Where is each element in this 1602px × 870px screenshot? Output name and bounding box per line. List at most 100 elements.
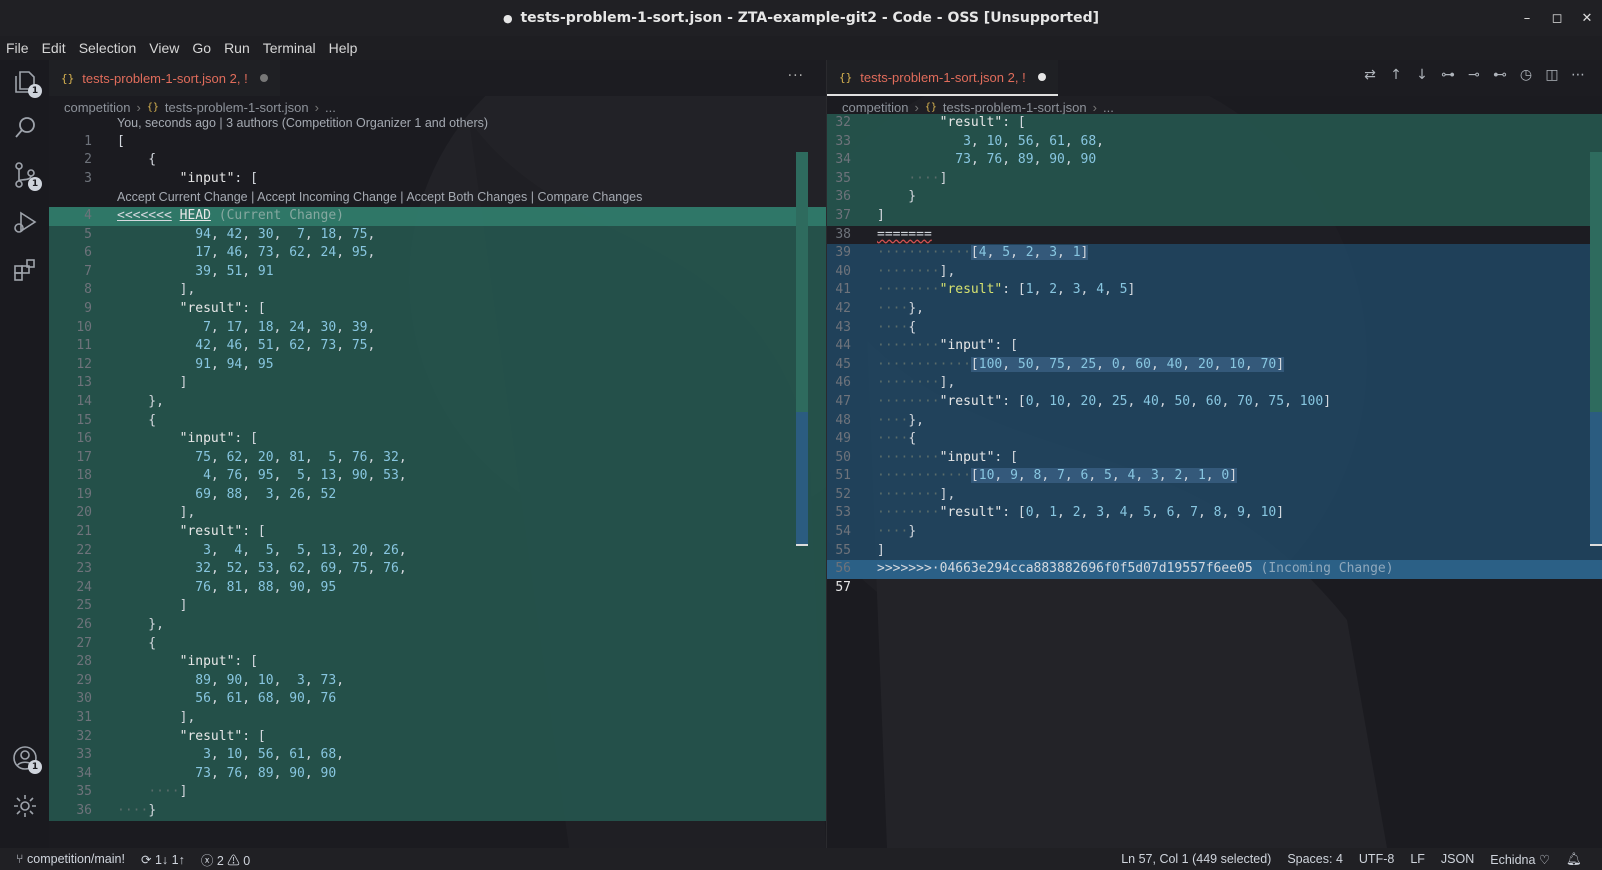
breadcrumb-folder[interactable]: competition [842,100,908,115]
indentation[interactable]: Spaces: 4 [1287,852,1343,866]
accept-incoming-change-link[interactable]: Accept Incoming Change [257,190,397,204]
breadcrumb-symbol[interactable]: ... [325,100,336,115]
breadcrumb-file[interactable]: tests-problem-1-sort.json [165,100,309,115]
window-controls: – ◻ ✕ [1512,0,1602,36]
blame-annotation: You, seconds ago | 3 authors (Competitio… [117,116,489,130]
notifications-bell-icon[interactable]: 🔔︎ [1566,852,1582,867]
code-editor-left[interactable]: You, seconds ago | 3 authors (Competitio… [49,114,826,821]
previous-change-icon[interactable]: ⊸ [1466,67,1482,83]
arrow-down-icon[interactable]: ↓ [1414,67,1430,83]
conflict-separator: 38 ======= [827,225,1602,245]
menu-file[interactable]: File [6,40,29,56]
scrollbar-current-region [1590,152,1602,412]
end-of-line[interactable]: LF [1410,852,1425,866]
encoding[interactable]: UTF-8 [1359,852,1394,866]
breadcrumb-folder[interactable]: competition [64,100,130,115]
settings-gear-icon[interactable] [11,792,39,820]
unsaved-dot-icon[interactable] [259,74,268,82]
chevron-right-icon: › [136,99,141,115]
theme-status[interactable]: Echidna ♡ [1490,852,1550,867]
more-actions-button[interactable]: ··· [788,68,804,84]
json-file-icon: {} [839,70,853,84]
tab-tests-problem-1-sort[interactable]: {} tests-problem-1-sort.json 2, ! [827,60,1058,96]
breadcrumb-file[interactable]: tests-problem-1-sort.json [943,100,1087,115]
menu-bar: File Edit Selection View Go Run Terminal… [0,36,1602,60]
tab-label: tests-problem-1-sort.json 2, ! [860,69,1026,85]
marker-incoming-note: (Incoming Change) [1260,561,1394,577]
language-mode[interactable]: JSON [1441,852,1474,866]
accept-both-changes-link[interactable]: Accept Both Changes [406,190,527,204]
arrow-up-icon[interactable]: ↑ [1388,67,1404,83]
chevron-right-icon: › [314,99,319,115]
tab-tests-problem-1-sort[interactable]: {} tests-problem-1-sort.json 2, ! [49,60,280,96]
editor-toolbar: ⇄ ↑ ↓ ⊶ ⊸ ⊷ ◷ ◫ ⋯ [1362,67,1586,83]
accounts-icon[interactable]: 1 [11,744,42,774]
scrollbar-incoming-region [1590,412,1602,544]
json-file-icon: {} [146,101,159,113]
tab-bar: {} tests-problem-1-sort.json 2, ! ⇄ ↑ ↓ … [827,60,1602,96]
menu-selection[interactable]: Selection [79,40,137,56]
accept-current-change-link[interactable]: Accept Current Change [117,190,248,204]
status-bar: ⑂ competition/main! ⟳ 1↓ 1↑ ⓧ 2 ⚠ 0 Ln 5… [0,848,1602,870]
branch-status[interactable]: ⑂ competition/main! [16,852,125,866]
close-button[interactable]: ✕ [1572,0,1602,36]
problems-status[interactable]: ⓧ 2 ⚠ 0 [201,850,250,869]
split-editor-icon[interactable]: ◫ [1544,67,1560,83]
menu-terminal[interactable]: Terminal [263,40,316,56]
breadcrumb-symbol[interactable]: ... [1103,100,1114,115]
marker-incoming-text: >>>>>>>·04663e294cca883882696f0f5d07d195… [877,561,1253,577]
code-editor-right[interactable]: 32 "result": [ 33 3, 10, 56, 61, 68, 34 … [827,114,1602,597]
activity-bar: 1 1 1 [0,60,49,848]
open-changes-icon[interactable]: ⇄ [1362,67,1378,83]
marker-head-ref: HEAD [179,207,211,223]
sync-icon: ⟳ [140,852,152,867]
more-actions-icon[interactable]: ⋯ [1570,67,1586,83]
marker-head-text: <<<<<<< [117,207,172,223]
editor-group-left: {} tests-problem-1-sort.json 2, ! ··· co… [49,60,826,848]
title-bar: ● tests-problem-1-sort.json - ZTA-exampl… [0,0,1602,36]
tab-bar: {} tests-problem-1-sort.json 2, ! ··· [49,60,826,96]
merge-codelens: Accept Current Change | Accept Incoming … [117,190,643,205]
menu-help[interactable]: Help [329,40,358,56]
compare-changes-link[interactable]: Compare Changes [537,190,642,204]
extensions-icon[interactable] [11,256,39,284]
maximize-button[interactable]: ◻ [1542,0,1572,36]
marker-head-note: (Current Change) [218,207,344,223]
accounts-badge: 1 [28,760,42,774]
minimize-button[interactable]: – [1512,0,1542,36]
scrollbar-incoming-region [796,412,808,544]
error-count: 2 [216,853,224,868]
search-icon[interactable] [11,114,39,142]
run-debug-icon[interactable] [11,208,39,236]
scrollbar[interactable] [1590,152,1602,608]
sync-status[interactable]: ⟳ 1↓ 1↑ [141,852,185,867]
conflict-marker-incoming: 56 >>>>>>>·04663e294cca883882696f0f5d07d1… [827,560,1602,579]
scrollbar-cursor [1590,544,1602,546]
cursor-position[interactable]: Ln 57, Col 1 (449 selected) [1121,852,1271,866]
explorer-badge: 1 [28,84,42,98]
next-change-icon[interactable]: ⊷ [1492,67,1508,83]
menu-edit[interactable]: Edit [42,40,66,56]
branch-name: competition/main! [27,852,125,866]
source-control-icon[interactable]: 1 [11,161,42,191]
warning-count: 0 [243,853,251,868]
unsaved-dot-icon[interactable] [1037,73,1046,81]
timeline-icon[interactable]: ◷ [1518,67,1534,83]
editor-group-right: {} tests-problem-1-sort.json 2, ! ⇄ ↑ ↓ … [826,60,1602,848]
unsaved-dot-icon: ● [502,12,513,25]
git-commit-icon[interactable]: ⊶ [1440,67,1456,83]
menu-run[interactable]: Run [224,40,250,56]
menu-go[interactable]: Go [192,40,211,56]
git-branch-icon: ⑂ [16,852,24,866]
scrollbar-cursor [796,544,808,546]
json-file-icon: {} [924,101,937,113]
sync-counts: 1↓ 1↑ [154,852,185,867]
tab-label: tests-problem-1-sort.json 2, ! [82,70,248,86]
scrollbar[interactable] [796,152,808,608]
menu-view[interactable]: View [149,40,179,56]
error-icon: ⓧ [200,853,214,868]
chevron-right-icon: › [914,99,919,115]
json-file-icon: {} [61,71,75,85]
scrollbar-current-region [796,152,808,412]
explorer-icon[interactable]: 1 [11,68,42,98]
